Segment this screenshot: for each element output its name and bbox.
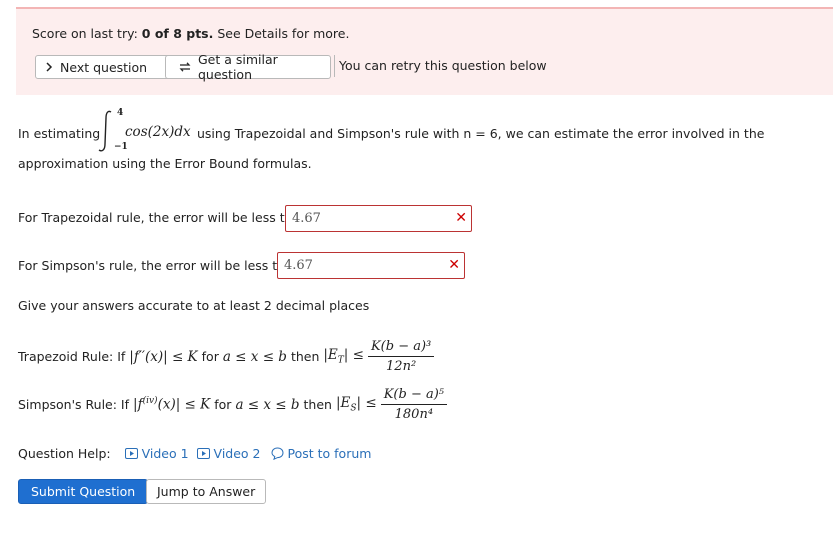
simp-fraction-num: K(b − a)⁵: [380, 387, 447, 405]
video-icon: [124, 448, 138, 459]
forum-label: Post to forum: [287, 446, 372, 461]
simp-cond-sup: (iv): [142, 396, 158, 407]
video-2-link[interactable]: Video 2: [196, 446, 261, 461]
chat-bubble-icon: [270, 447, 284, 460]
video-1-link[interactable]: Video 1: [124, 446, 189, 461]
trap-rule-condition: |f′′(x)| ≤ K: [129, 348, 198, 365]
score-prefix: Score on last try:: [32, 26, 142, 41]
trap-answer-value: 4.67: [292, 211, 321, 226]
integral-lower: −1: [114, 142, 128, 152]
incorrect-icon: ✕: [448, 257, 460, 273]
submit-question-button[interactable]: Submit Question: [18, 479, 149, 504]
simp-rule-then: then: [303, 397, 332, 412]
integral-symbol: [96, 108, 116, 154]
simp-rule-for: for: [214, 397, 232, 412]
trap-bound-close: | ≤: [343, 347, 364, 364]
simp-answer-input[interactable]: 4.67 ✕: [277, 252, 465, 279]
trap-fraction-den: 12n²: [386, 359, 417, 374]
video-1-label: Video 1: [141, 446, 189, 461]
next-question-button[interactable]: Next question: [35, 55, 176, 79]
trap-fraction-num: K(b − a)³: [367, 339, 435, 357]
question-intro: In estimating: [18, 126, 101, 141]
simp-bound-open: |E: [335, 395, 351, 412]
retry-text: You can retry this question below: [334, 55, 547, 77]
trapezoid-rule: Trapezoid Rule: If |f′′(x)| ≤ K for a ≤ …: [18, 339, 435, 374]
simp-rule-range: a ≤ x ≤ b: [235, 396, 300, 413]
similar-question-button[interactable]: Get a similar question: [165, 52, 331, 82]
simp-cond-a: |f: [133, 396, 143, 413]
similar-question-label: Get a similar question: [198, 52, 278, 82]
simp-rule-prefix: Simpson's Rule: If: [18, 397, 130, 412]
accuracy-note: Give your answers accurate to at least 2…: [18, 298, 370, 313]
forum-link[interactable]: Post to forum: [270, 446, 372, 461]
refresh-icon: [178, 61, 192, 73]
simp-answer-label: For Simpson's rule, the error will be le…: [18, 258, 301, 273]
simp-cond-b: (x)| ≤ K: [157, 396, 211, 413]
question-line2: approximation using the Error Bound form…: [18, 156, 312, 171]
trap-rule-then: then: [290, 349, 320, 364]
video-2-label: Video 2: [213, 446, 261, 461]
video-icon: [196, 448, 210, 459]
jump-to-answer-label: Jump to Answer: [157, 484, 256, 499]
trap-answer-label: For Trapezoidal rule, the error will be …: [18, 210, 309, 225]
trap-answer-input[interactable]: 4.67 ✕: [285, 205, 472, 232]
score-value: 0 of 8 pts.: [141, 26, 214, 41]
trap-fraction: K(b − a)³ 12n²: [367, 339, 435, 374]
trap-rule-range: a ≤ x ≤ b: [222, 348, 287, 365]
score-suffix: See Details for more.: [213, 26, 350, 41]
trap-rule-for: for: [201, 349, 219, 364]
question-help: Question Help: Video 1 Video 2 Post to f…: [18, 446, 371, 461]
next-question-label: Next question: [60, 59, 148, 75]
integral-upper: 4: [117, 108, 124, 118]
simp-fraction: K(b − a)⁵ 180n⁴: [380, 387, 447, 422]
integrand: cos(2x)dx: [125, 124, 191, 140]
question-help-label: Question Help:: [18, 446, 111, 461]
score-text: Score on last try: 0 of 8 pts. See Detai…: [32, 26, 349, 41]
incorrect-icon: ✕: [455, 210, 467, 226]
simp-answer-value: 4.67: [284, 258, 313, 273]
trap-rule-prefix: Trapezoid Rule: If: [18, 349, 126, 364]
question-intro-rest: using Trapezoidal and Simpson's rule wit…: [197, 126, 765, 141]
trap-bound-open: |E: [323, 347, 338, 364]
simpson-rule: Simpson's Rule: If |f(iv)(x)| ≤ K for a …: [18, 387, 447, 422]
jump-to-answer-button[interactable]: Jump to Answer: [146, 479, 267, 504]
simp-bound-close: | ≤: [356, 395, 377, 412]
simp-fraction-den: 180n⁴: [394, 407, 434, 422]
chevron-right-icon: [44, 62, 54, 72]
score-banner: Score on last try: 0 of 8 pts. See Detai…: [16, 7, 833, 95]
